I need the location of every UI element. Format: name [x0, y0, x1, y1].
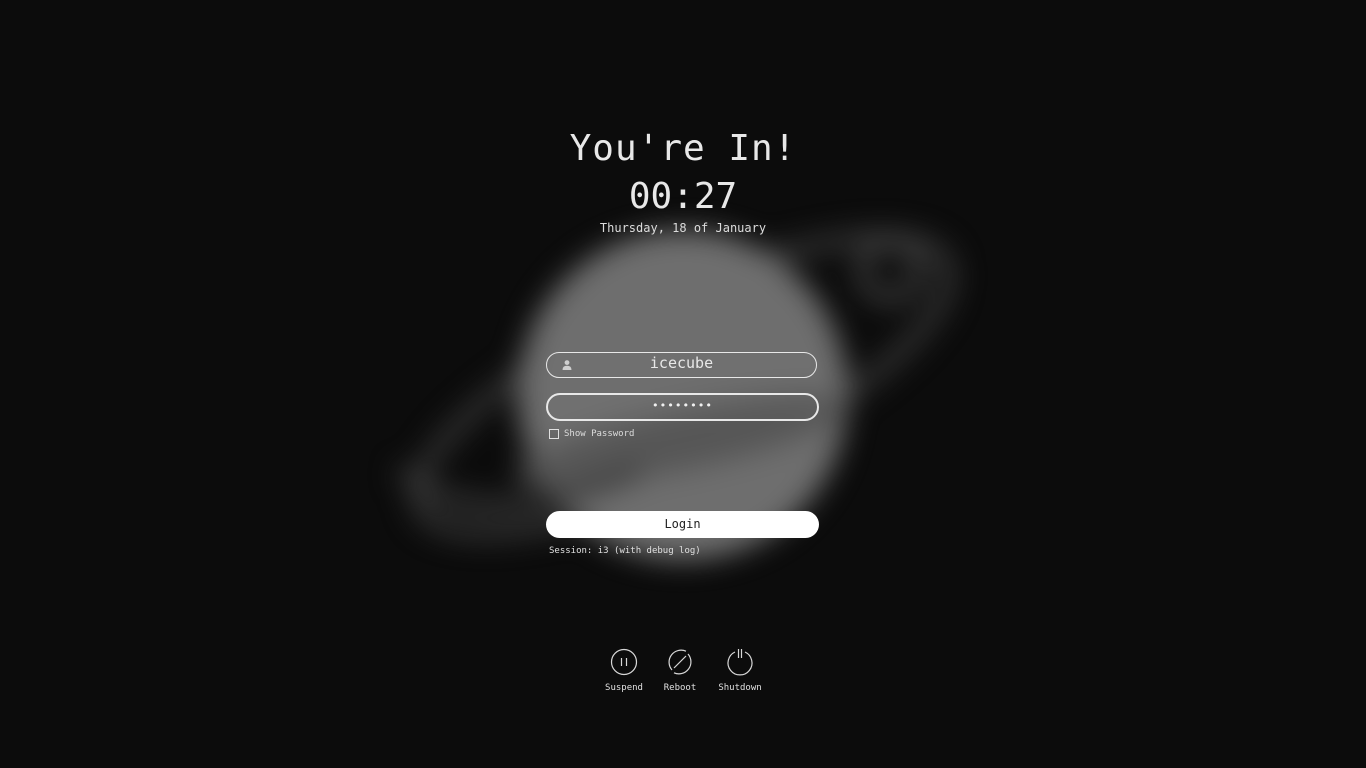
username-value: icecube [649, 354, 714, 372]
power-icon [727, 649, 753, 676]
clock-date: Thursday, 18 of January [599, 221, 767, 235]
login-screen: You're In! 00:27 Thursday, 18 of January… [0, 0, 1366, 768]
shutdown-button[interactable]: Shutdown [705, 648, 775, 693]
show-password-checkbox[interactable] [549, 429, 559, 439]
pause-icon [610, 648, 638, 676]
reboot-icon [668, 649, 692, 675]
greeting-headline: You're In! [569, 128, 797, 169]
session-selector[interactable]: Session: i3 (with debug log) [549, 546, 701, 556]
password-value: •••••••• [652, 399, 713, 412]
login-button[interactable]: Login [546, 511, 819, 538]
clock-time: 00:27 [628, 176, 738, 217]
show-password-toggle[interactable]: Show Password [549, 429, 634, 439]
show-password-label: Show Password [564, 429, 635, 439]
shutdown-label: Shutdown [718, 683, 762, 693]
password-field[interactable]: •••••••• [546, 393, 819, 421]
username-field[interactable]: icecube [546, 352, 817, 378]
